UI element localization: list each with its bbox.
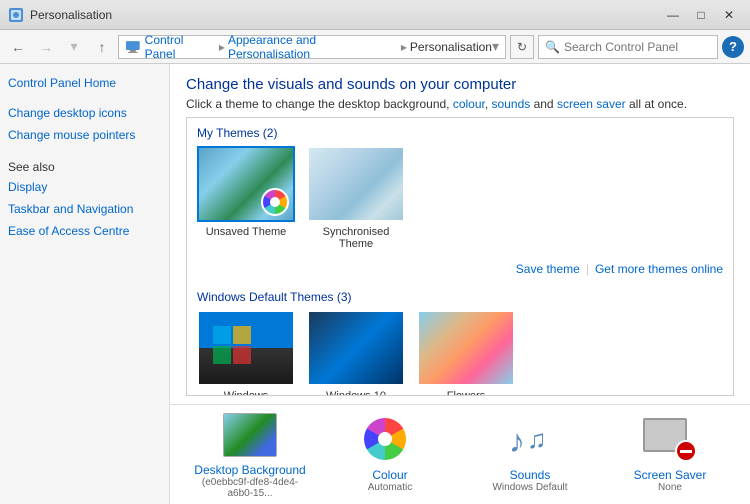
colour-icon <box>364 418 416 462</box>
my-themes-grid: Unsaved Theme Synchronised Theme <box>187 146 733 260</box>
theme-thumbnail-synced[interactable] <box>307 146 405 222</box>
colour-sub: Automatic <box>368 482 412 493</box>
close-button[interactable]: ✕ <box>716 5 742 25</box>
theme-item-windows10[interactable]: Windows 10 <box>307 310 405 396</box>
theme-thumbnail-windows[interactable] <box>197 310 295 386</box>
bottom-item-sounds[interactable]: ♪ ♫ Sounds Windows Default <box>470 408 590 501</box>
flowers-theme-image <box>419 312 513 384</box>
themes-panel: My Themes (2) Unsaved Theme <box>186 117 734 396</box>
theme-item-synced[interactable]: Synchronised Theme <box>307 146 405 250</box>
sidebar-item-ease-of-access[interactable]: Ease of Access Centre <box>8 222 161 240</box>
theme-links-row: Save theme | Get more themes online <box>187 260 733 282</box>
sidebar-item-taskbar[interactable]: Taskbar and Navigation <box>8 200 161 218</box>
sidebar-item-home[interactable]: Control Panel Home <box>8 74 161 92</box>
search-box: 🔍 <box>538 35 718 59</box>
colour-label: Colour <box>372 468 407 482</box>
search-input[interactable] <box>564 40 704 54</box>
save-theme-link[interactable]: Save theme <box>516 262 580 276</box>
title-bar: Personalisation — □ ✕ <box>0 0 750 30</box>
bottom-item-screen-saver[interactable]: Screen Saver None <box>610 408 730 501</box>
maximize-button[interactable]: □ <box>688 5 714 25</box>
theme-thumbnail-flowers[interactable] <box>417 310 515 386</box>
sidebar: Control Panel Home Change desktop icons … <box>0 64 170 504</box>
desktop-background-label: Desktop Background <box>194 463 305 477</box>
theme-thumbnail-windows10[interactable] <box>307 310 405 386</box>
recent-pages-button[interactable]: ▾ <box>62 35 86 59</box>
help-button[interactable]: ? <box>722 36 744 58</box>
content-header: Change the visuals and sounds on your co… <box>170 64 750 117</box>
windows-theme-label: Windows <box>224 390 269 396</box>
windows-logo-icon <box>203 316 295 386</box>
path-control-panel[interactable]: Control Panel <box>145 33 216 61</box>
window-title: Personalisation <box>30 8 112 22</box>
computer-icon <box>125 39 141 55</box>
flowers-theme-label: Flowers <box>447 390 486 396</box>
path-personalisation: Personalisation <box>410 40 492 54</box>
refresh-button[interactable]: ↻ <box>510 35 534 59</box>
windows10-theme-image <box>309 312 403 384</box>
unsaved-theme-image <box>199 148 293 220</box>
main-layout: Control Panel Home Change desktop icons … <box>0 64 750 504</box>
get-more-themes-link[interactable]: Get more themes online <box>595 262 723 276</box>
synced-theme-image <box>309 148 403 220</box>
theme-thumbnail-unsaved[interactable] <box>197 146 295 222</box>
content-area: Change the visuals and sounds on your co… <box>170 64 750 504</box>
minimize-button[interactable]: — <box>660 5 686 25</box>
windows-theme-image <box>199 312 293 384</box>
sidebar-item-desktop-icons[interactable]: Change desktop icons <box>8 104 161 122</box>
theme-item-unsaved[interactable]: Unsaved Theme <box>197 146 295 250</box>
dropdown-arrow-icon[interactable]: ▾ <box>492 38 499 55</box>
theme-item-windows[interactable]: Windows <box>197 310 295 396</box>
path-appearance[interactable]: Appearance and Personalisation <box>228 33 398 61</box>
no-entry-icon <box>675 440 697 462</box>
unsaved-theme-label: Unsaved Theme <box>206 226 287 238</box>
window-icon <box>8 7 24 23</box>
theme-item-flowers[interactable]: Flowers <box>417 310 515 396</box>
content-title: Change the visuals and sounds on your co… <box>186 76 734 93</box>
forward-button[interactable]: → <box>34 35 58 59</box>
screen-saver-sub: None <box>658 482 682 493</box>
sidebar-item-display[interactable]: Display <box>8 178 161 196</box>
synced-theme-label: Synchronised Theme <box>307 226 405 250</box>
bottom-item-colour[interactable]: Colour Automatic <box>330 408 450 501</box>
windows-themes-title: Windows Default Themes (3) <box>187 282 733 310</box>
desktop-background-sub: (e0ebbc9f-dfe8-4de4-a6b0-15... <box>194 477 306 499</box>
screen-saver-label: Screen Saver <box>634 468 707 482</box>
back-button[interactable]: ← <box>6 35 30 59</box>
sounds-label: Sounds <box>510 468 551 482</box>
sounds-sub: Windows Default <box>492 482 567 493</box>
svg-text:♫: ♫ <box>527 424 547 454</box>
address-path: Control Panel ▸ Appearance and Personali… <box>118 35 506 59</box>
desktop-background-icon <box>223 413 277 457</box>
bottom-item-desktop-background[interactable]: Desktop Background (e0ebbc9f-dfe8-4de4-a… <box>190 403 310 504</box>
my-themes-title: My Themes (2) <box>187 118 733 146</box>
see-also-label: See also <box>8 160 161 174</box>
sounds-icon: ♪ ♫ <box>503 418 557 462</box>
bottom-icons-row: Desktop Background (e0ebbc9f-dfe8-4de4-a… <box>170 404 750 504</box>
title-controls: — □ ✕ <box>660 5 742 25</box>
colour-wheel-overlay-icon <box>261 188 289 216</box>
up-button[interactable]: ↑ <box>90 35 114 59</box>
windows10-theme-label: Windows 10 <box>326 390 386 396</box>
address-bar: ← → ▾ ↑ Control Panel ▸ Appearance and P… <box>0 30 750 64</box>
musical-notes-icon: ♪ ♫ <box>507 420 553 460</box>
sidebar-item-mouse-pointers[interactable]: Change mouse pointers <box>8 126 161 144</box>
screen-saver-icon <box>643 418 697 462</box>
svg-text:♪: ♪ <box>509 423 525 459</box>
windows-themes-grid: Windows Windows 10 Flowers <box>187 310 733 396</box>
search-icon: 🔍 <box>545 40 560 54</box>
content-subtitle: Click a theme to change the desktop back… <box>186 97 734 111</box>
